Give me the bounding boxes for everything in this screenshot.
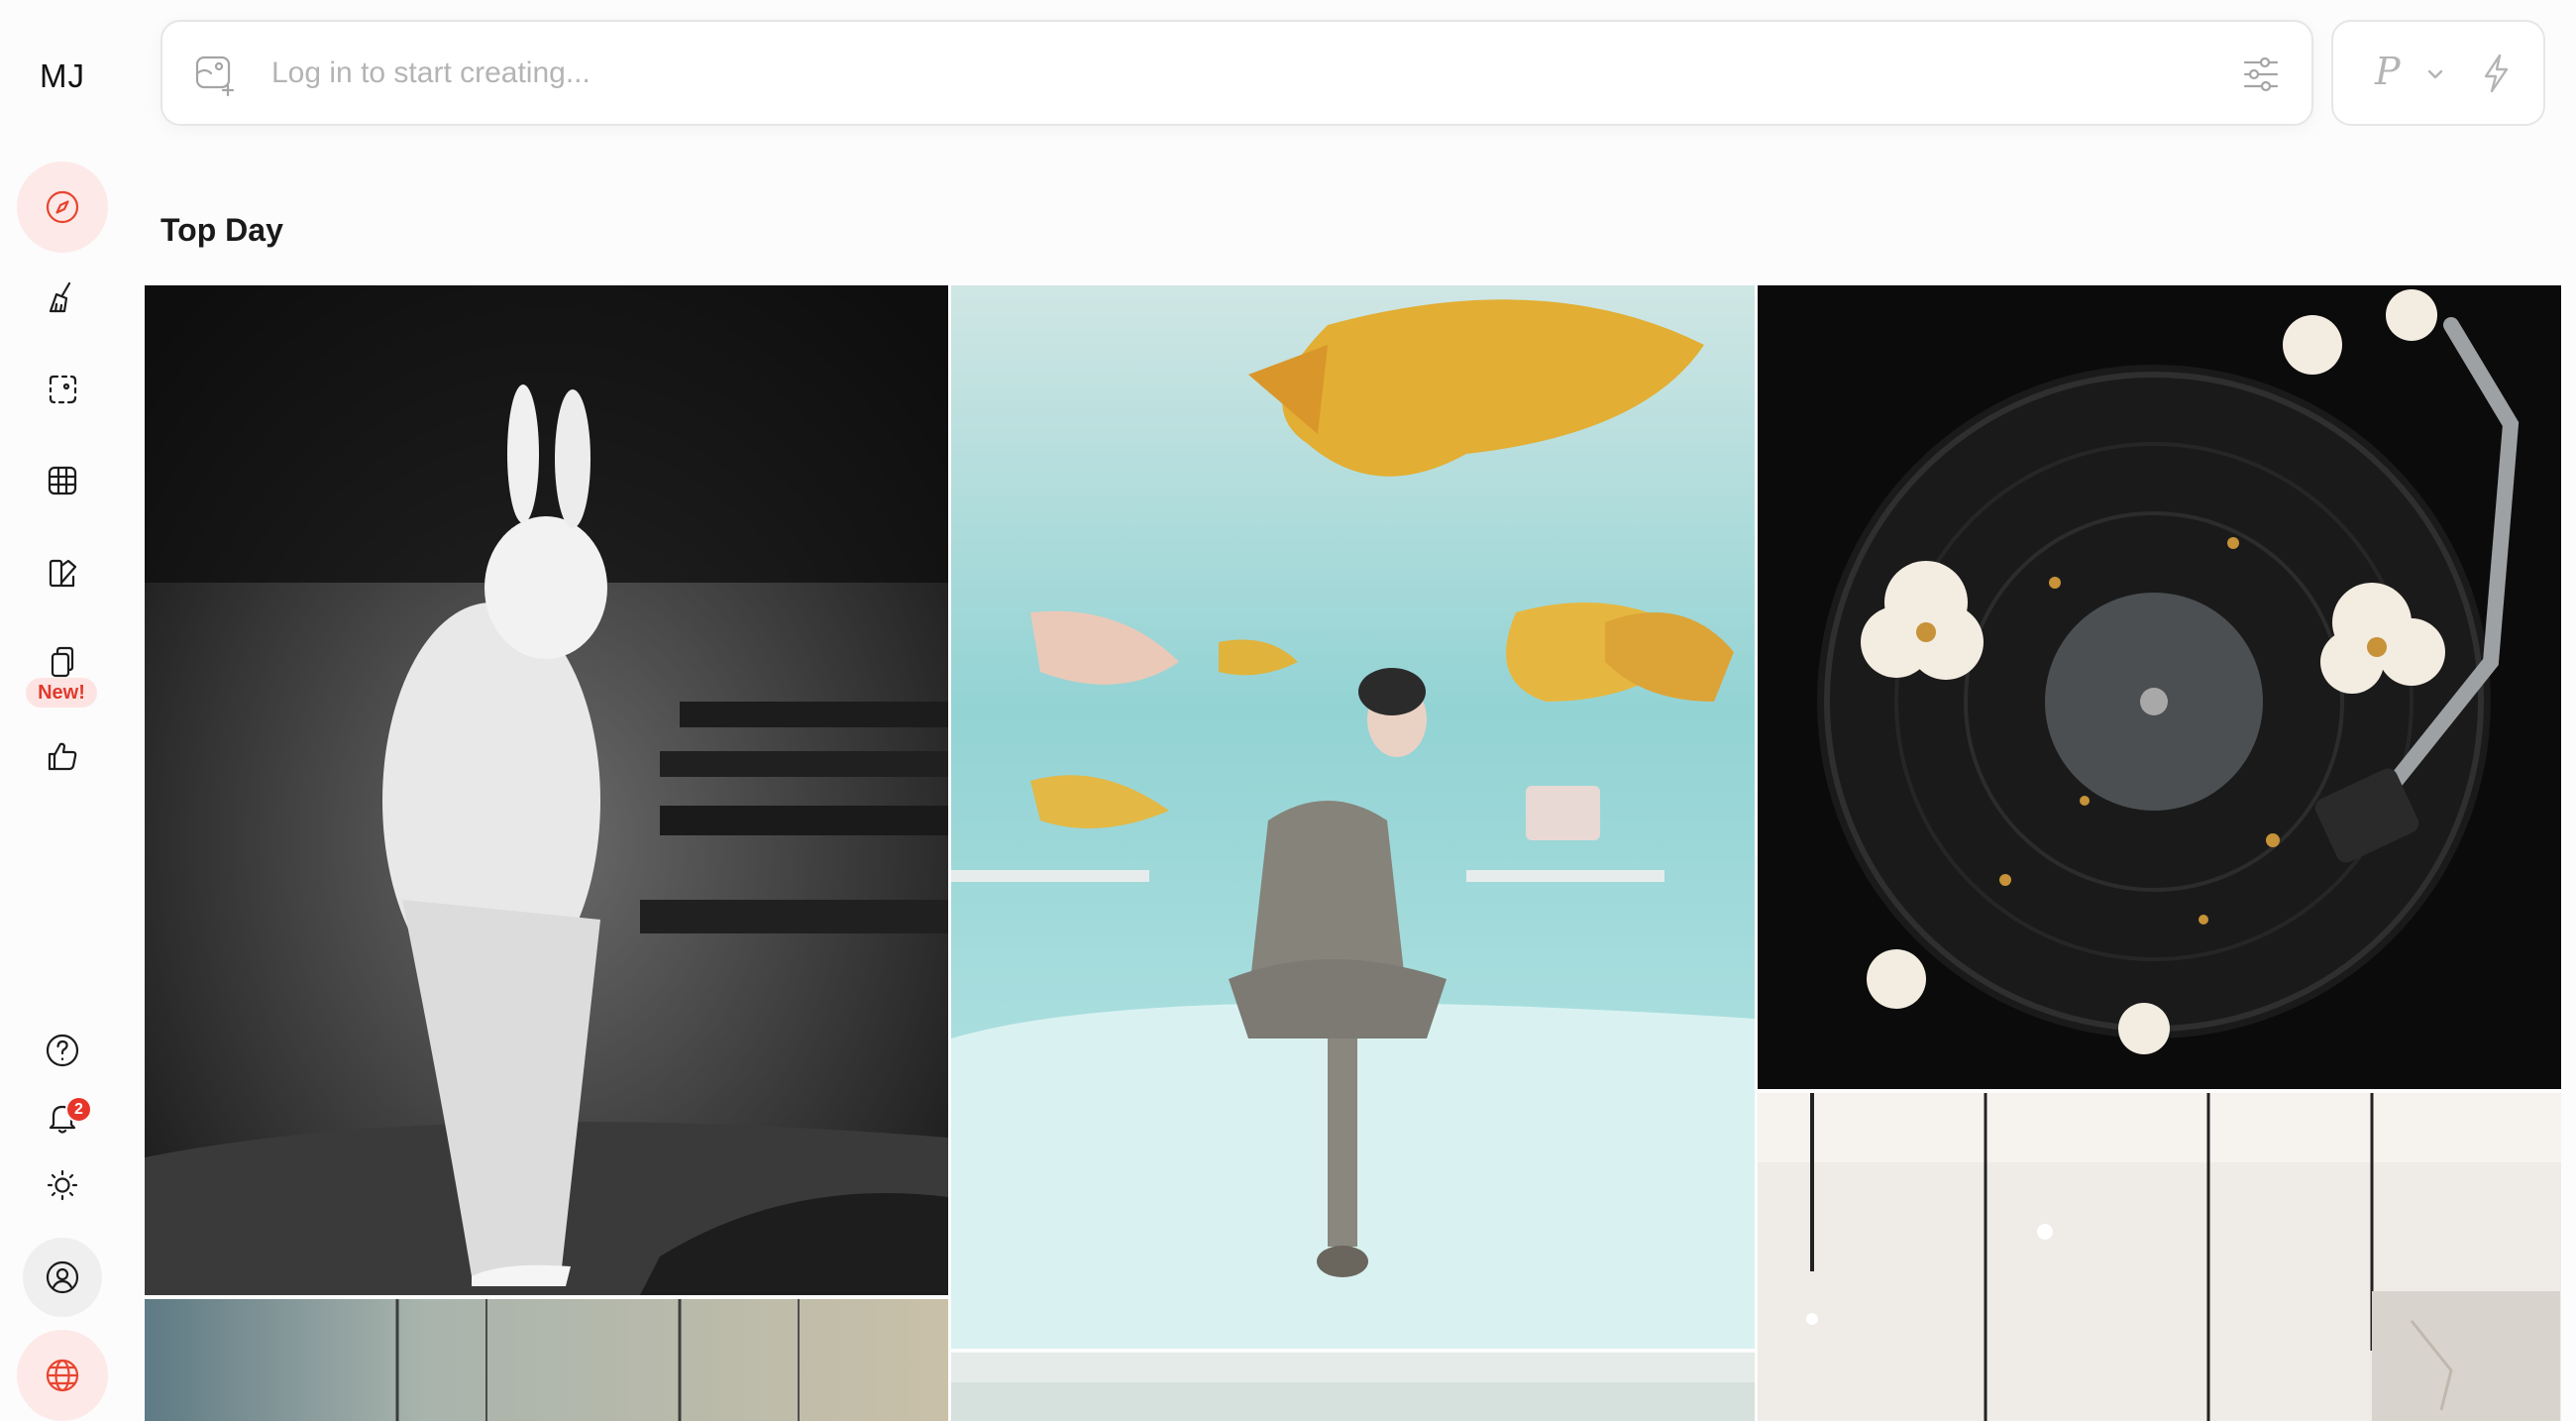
gallery-image-underwater-koi[interactable]: [951, 285, 1755, 1349]
gallery-image-partial-1[interactable]: [145, 1299, 948, 1421]
sidebar-item-rate[interactable]: [17, 710, 108, 802]
grid-icon: [48, 466, 77, 495]
new-badge: New!: [26, 678, 97, 708]
gallery-image-rabbit-bench[interactable]: [145, 285, 948, 1295]
sidebar-item-explore[interactable]: [17, 162, 108, 253]
thumbs-up-icon: [48, 742, 77, 771]
gallery-image-vinyl-flowers[interactable]: [1758, 285, 2561, 1089]
image-add-icon[interactable]: [192, 52, 238, 97]
lightning-icon[interactable]: [2476, 52, 2516, 95]
chevron-down-icon[interactable]: [2424, 63, 2446, 85]
section-title: Top Day: [161, 212, 283, 248]
sidebar-item-personalize[interactable]: [17, 527, 108, 618]
sidebar-item-edit[interactable]: [17, 344, 108, 435]
sidebar-item-language[interactable]: [17, 1330, 108, 1421]
prompt-bar[interactable]: [161, 20, 2313, 126]
question-icon: [46, 1034, 79, 1067]
globe-icon: [46, 1359, 79, 1392]
sidebar-item-account[interactable]: [23, 1238, 102, 1317]
paintbrush-icon: [49, 281, 71, 313]
prompt-input[interactable]: [271, 22, 2154, 124]
sidebar: MJ New! 2: [0, 0, 125, 1421]
sidebar-item-theme[interactable]: [17, 1140, 108, 1231]
mode-selector[interactable]: P: [2331, 20, 2545, 126]
mode-label[interactable]: P: [2375, 50, 2401, 93]
gallery-image-partial-2[interactable]: [951, 1353, 1755, 1421]
stack-icon: [51, 646, 74, 678]
sun-icon: [47, 1169, 78, 1201]
user-circle-icon: [46, 1260, 79, 1294]
sidebar-item-organize[interactable]: [17, 435, 108, 526]
compass-icon: [46, 190, 79, 224]
sliders-icon[interactable]: [2240, 54, 2282, 95]
swatches-icon: [49, 559, 77, 588]
notification-count-badge: 2: [65, 1096, 92, 1123]
selection-icon: [49, 375, 77, 404]
logo[interactable]: MJ: [0, 57, 125, 95]
gallery-image-interior-lights[interactable]: [1758, 1093, 2561, 1421]
sidebar-item-create[interactable]: [17, 252, 108, 343]
